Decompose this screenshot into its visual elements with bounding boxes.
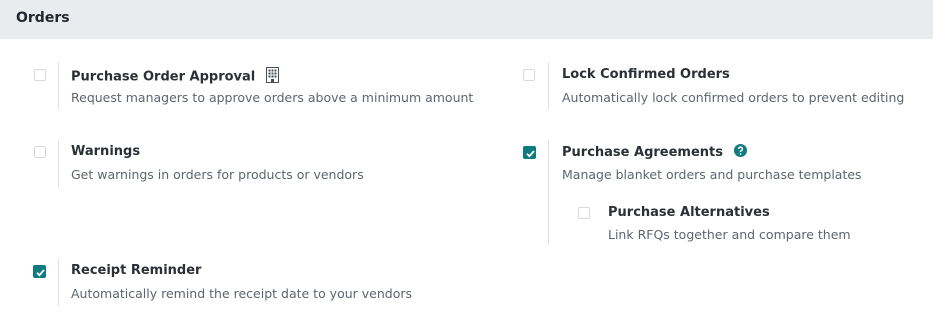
- lock-confirmed-orders-checkbox[interactable]: [523, 69, 535, 81]
- company-building-icon: [265, 67, 279, 87]
- section-header: Orders: [0, 0, 933, 39]
- warnings-checkbox[interactable]: [34, 146, 46, 158]
- lock-confirmed-orders-title: Lock Confirmed Orders: [562, 67, 730, 82]
- lock-confirmed-orders-description: Automatically lock confirmed orders to p…: [562, 90, 905, 105]
- purchase-order-approval-checkbox[interactable]: [34, 69, 46, 81]
- divider: [548, 62, 549, 110]
- purchase-order-approval-description: Request managers to approve orders above…: [71, 90, 474, 105]
- purchase-order-approval-title: Purchase Order Approval: [71, 69, 256, 85]
- receipt-reminder-checkbox[interactable]: [33, 265, 46, 278]
- section-title: Orders: [16, 10, 70, 26]
- purchase-agreements-title: Purchase Agreements: [562, 145, 723, 160]
- purchase-agreements-checkbox[interactable]: [523, 146, 536, 159]
- checkmark-icon: [36, 269, 45, 277]
- purchase-alternatives-checkbox[interactable]: [578, 207, 590, 219]
- checkmark-icon: [526, 150, 535, 158]
- receipt-reminder-title: Receipt Reminder: [71, 263, 202, 278]
- receipt-reminder-description: Automatically remind the receipt date to…: [71, 286, 413, 301]
- purchase-alternatives-description: Link RFQs together and compare them: [608, 227, 851, 242]
- divider: [58, 258, 59, 306]
- divider: [548, 140, 549, 245]
- divider: [58, 62, 59, 110]
- purchase-agreements-description: Manage blanket orders and purchase templ…: [562, 167, 862, 182]
- warnings-title: Warnings: [71, 144, 141, 159]
- divider: [58, 140, 59, 188]
- purchase-alternatives-title: Purchase Alternatives: [608, 205, 770, 220]
- warnings-description: Get warnings in orders for products or v…: [71, 167, 364, 182]
- help-question-icon[interactable]: [733, 144, 747, 161]
